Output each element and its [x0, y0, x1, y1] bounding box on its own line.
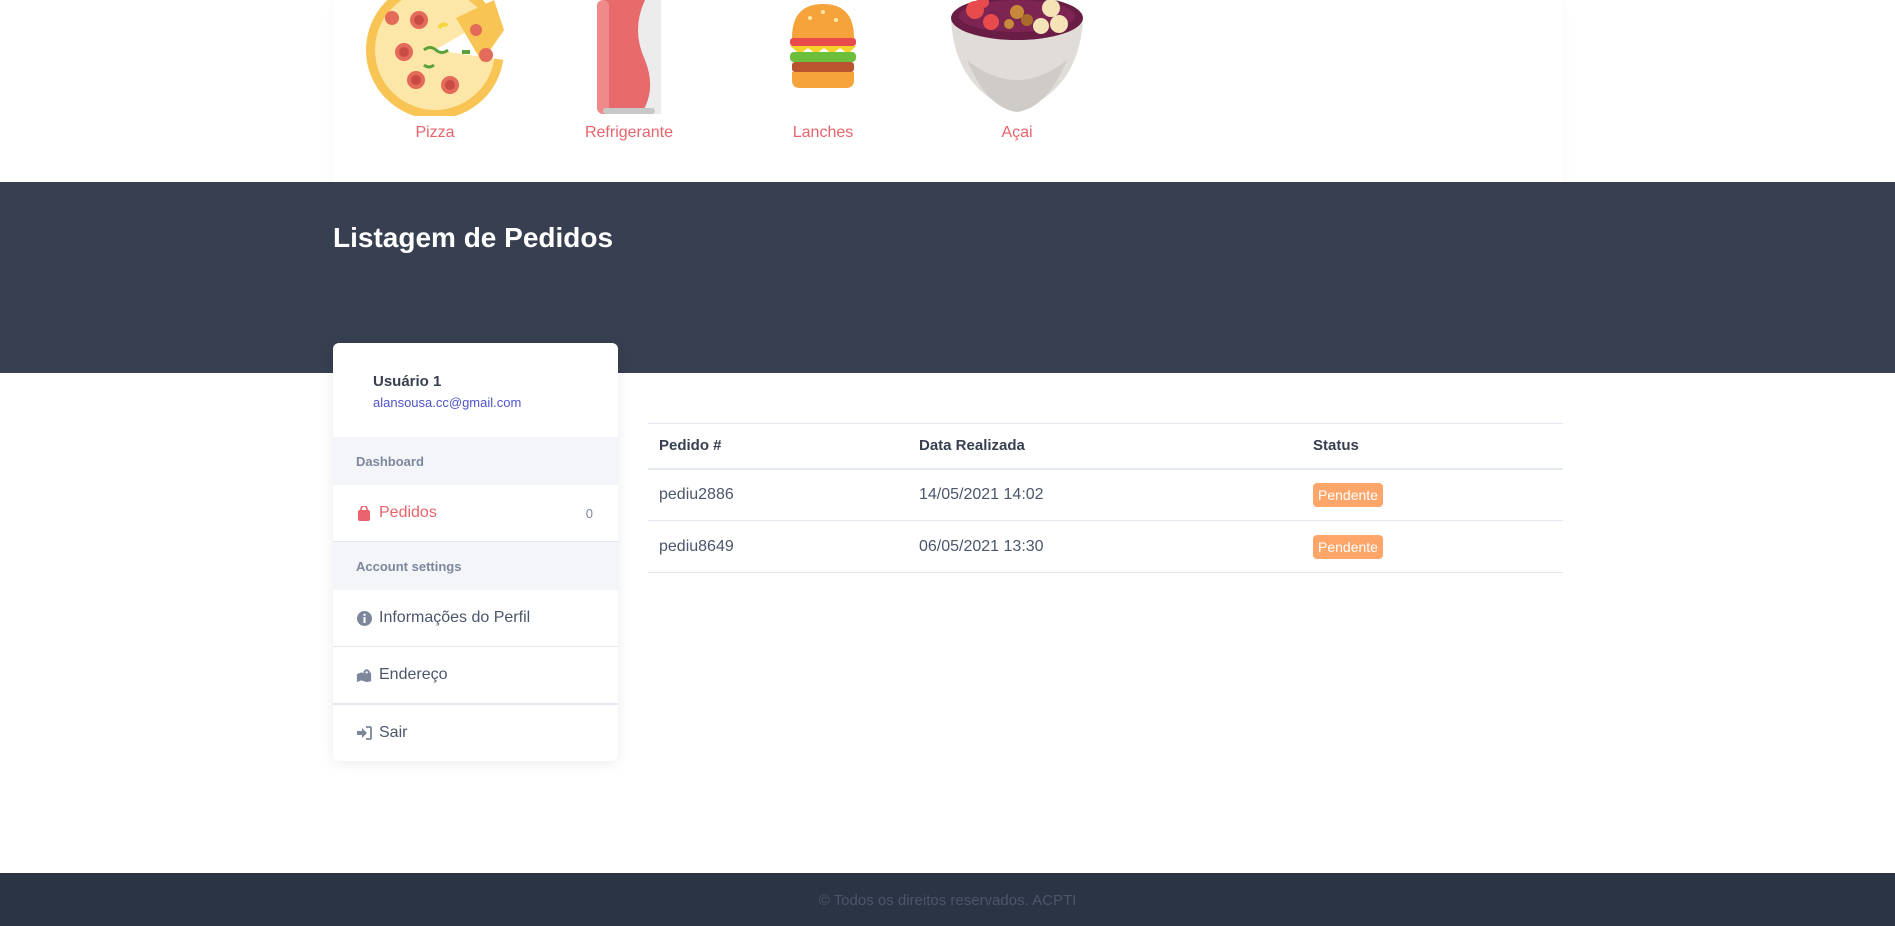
- table-row[interactable]: pediu8649 06/05/2021 13:30 Pendente: [648, 520, 1563, 573]
- order-id[interactable]: pediu2886: [648, 468, 908, 521]
- column-header-pedido: Pedido #: [648, 423, 908, 470]
- order-status-cell: Pendente: [1302, 468, 1563, 521]
- user-email[interactable]: alansousa.cc@gmail.com: [373, 395, 521, 410]
- sidebar-item-label: Informações do Perfil: [379, 609, 531, 626]
- user-name: Usuário 1: [373, 373, 442, 390]
- acai-bowl-icon: [951, 0, 1083, 112]
- sidebar-item-sair[interactable]: Sair: [333, 704, 618, 761]
- category-label: Pizza: [415, 124, 455, 141]
- order-date: 14/05/2021 14:02: [908, 468, 1302, 521]
- info-icon: [356, 610, 372, 626]
- sidebar-item-pedidos[interactable]: Pedidos 0: [333, 485, 618, 542]
- category-pizza[interactable]: Pizza: [360, 0, 510, 150]
- order-date: 06/05/2021 13:30: [908, 520, 1302, 573]
- column-header-status: Status: [1302, 423, 1563, 470]
- pizza-icon: [366, 0, 504, 116]
- category-label: Açai: [1001, 124, 1033, 141]
- table-header-row: Pedido # Data Realizada Status: [648, 423, 1563, 470]
- table-row[interactable]: pediu2886 14/05/2021 14:02 Pendente: [648, 468, 1563, 521]
- sidebar-item-label: Endereço: [379, 666, 448, 683]
- category-label: Lanches: [792, 124, 854, 141]
- category-lanches[interactable]: Lanches: [748, 0, 898, 150]
- section-dashboard: Dashboard: [333, 437, 618, 485]
- category-label: Refrigerante: [584, 124, 674, 141]
- section-account-settings: Account settings: [333, 542, 618, 590]
- category-strip: Pizza Refrigerante Lanches Açai: [333, 0, 1563, 182]
- column-header-data: Data Realizada: [908, 423, 1302, 470]
- account-sidebar: Usuário 1 alansousa.cc@gmail.com Dashboa…: [333, 343, 618, 761]
- user-info: Usuário 1 alansousa.cc@gmail.com: [373, 373, 521, 410]
- status-badge: Pendente: [1313, 534, 1383, 559]
- footer: © Todos os direitos reservados. ACPTI: [0, 873, 1895, 926]
- orders-table: Pedido # Data Realizada Status pediu2886…: [648, 423, 1563, 573]
- sidebar-item-perfil[interactable]: Informações do Perfil: [333, 590, 618, 647]
- footer-copyright: © Todos os direitos reservados. ACPTI: [818, 892, 1077, 909]
- page-title: Listagem de Pedidos: [333, 222, 614, 253]
- sidebar-item-label: Sair: [379, 724, 408, 741]
- map-marker-icon: [356, 667, 372, 683]
- sidebar-item-endereco[interactable]: Endereço: [333, 647, 618, 704]
- category-refrigerante[interactable]: Refrigerante: [554, 0, 704, 150]
- sign-out-icon: [356, 725, 372, 741]
- order-status-cell: Pendente: [1302, 520, 1563, 573]
- page-header-band: Listagem de Pedidos: [0, 182, 1895, 373]
- order-id[interactable]: pediu8649: [648, 520, 908, 573]
- pedidos-count: 0: [585, 505, 593, 521]
- shopping-bag-icon: [356, 505, 372, 521]
- burger-icon: [790, 4, 856, 88]
- soda-can-icon: [597, 0, 661, 114]
- status-badge: Pendente: [1313, 482, 1383, 507]
- sidebar-item-label: Pedidos: [379, 504, 437, 521]
- category-acai[interactable]: Açai: [942, 0, 1092, 150]
